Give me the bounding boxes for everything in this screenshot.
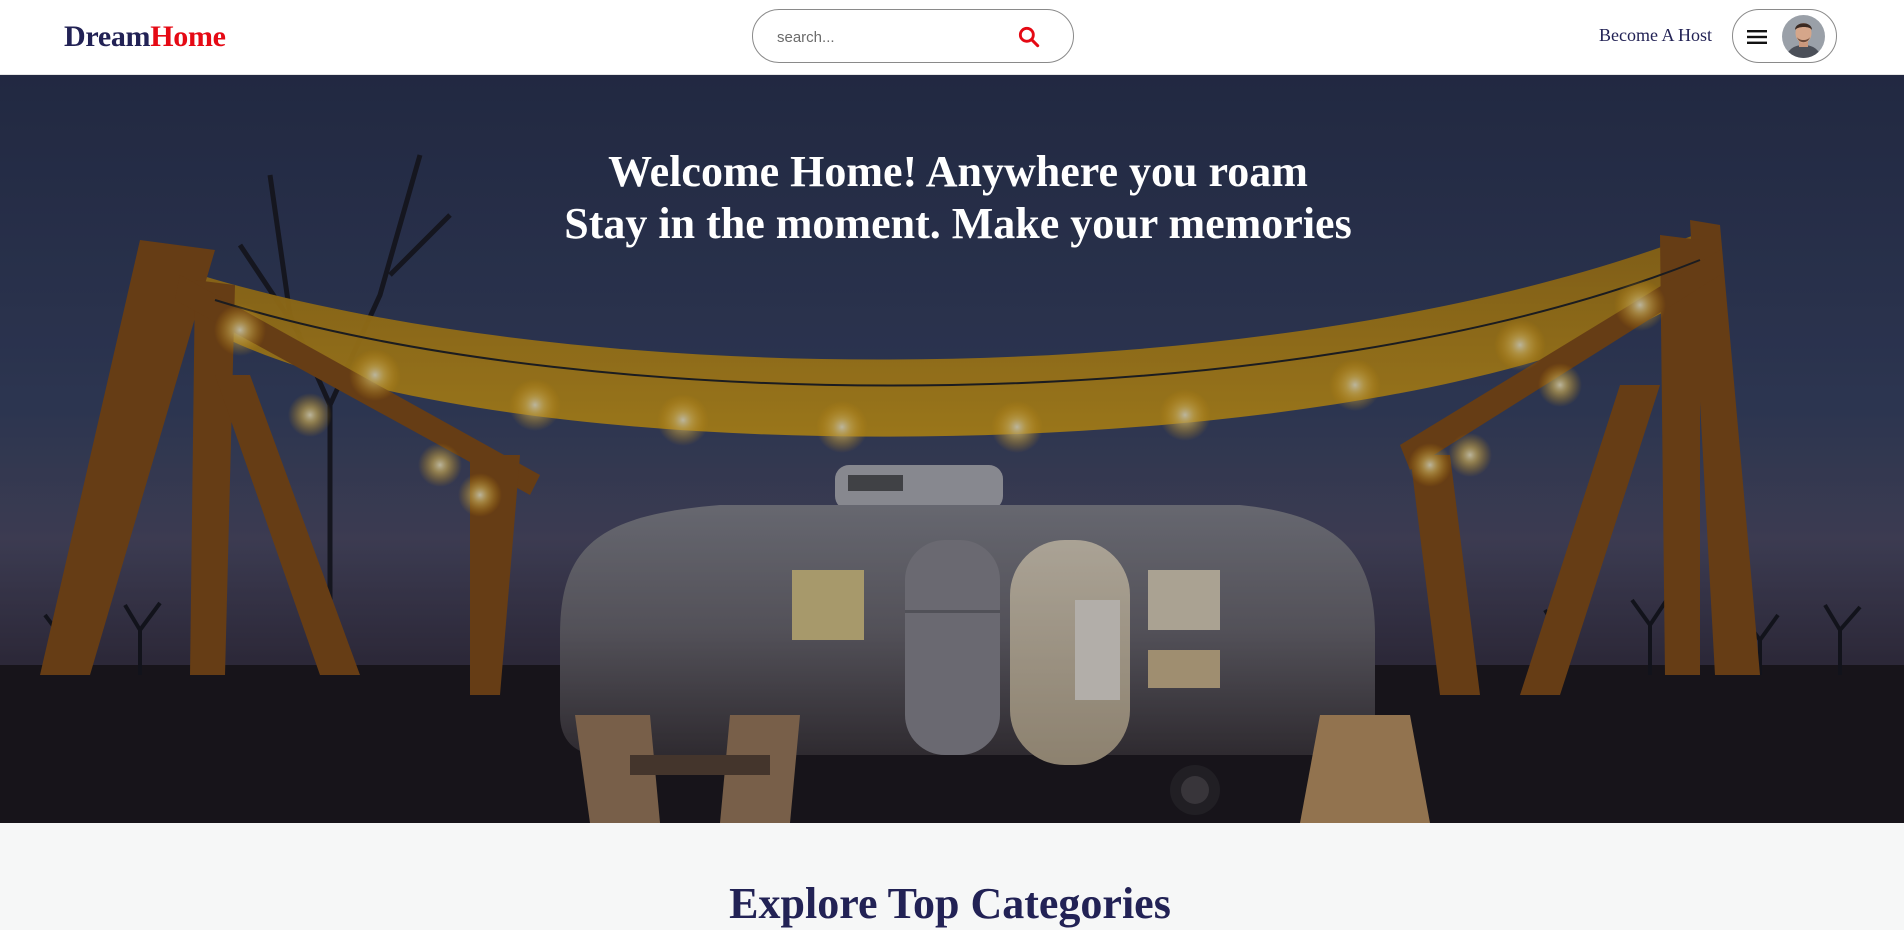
brand-name-dream: Dream — [64, 20, 151, 53]
search-input[interactable] — [775, 24, 999, 50]
search-icon[interactable] — [1016, 24, 1042, 50]
categories-heading: Explore Top Categories — [729, 879, 1171, 928]
hamburger-menu-icon — [1745, 25, 1769, 49]
user-menu-button[interactable] — [1732, 9, 1837, 63]
hero-headline-line-2: Stay in the moment. Make your memories — [564, 199, 1352, 249]
top-navbar: DreamHome Become A Host — [0, 0, 1904, 75]
hero-headline-line-1: Welcome Home! Anywhere you roam — [608, 147, 1308, 197]
brand-name-home: Home — [150, 20, 226, 53]
search-bar — [752, 9, 1074, 63]
brand-logo[interactable]: DreamHome — [64, 17, 226, 57]
user-avatar — [1782, 15, 1825, 58]
hero-banner: Welcome Home! Anywhere you roam Stay in … — [0, 75, 1904, 823]
become-host-link[interactable]: Become A Host — [1599, 25, 1712, 46]
hero-headline: Welcome Home! Anywhere you roam Stay in … — [0, 146, 1904, 250]
